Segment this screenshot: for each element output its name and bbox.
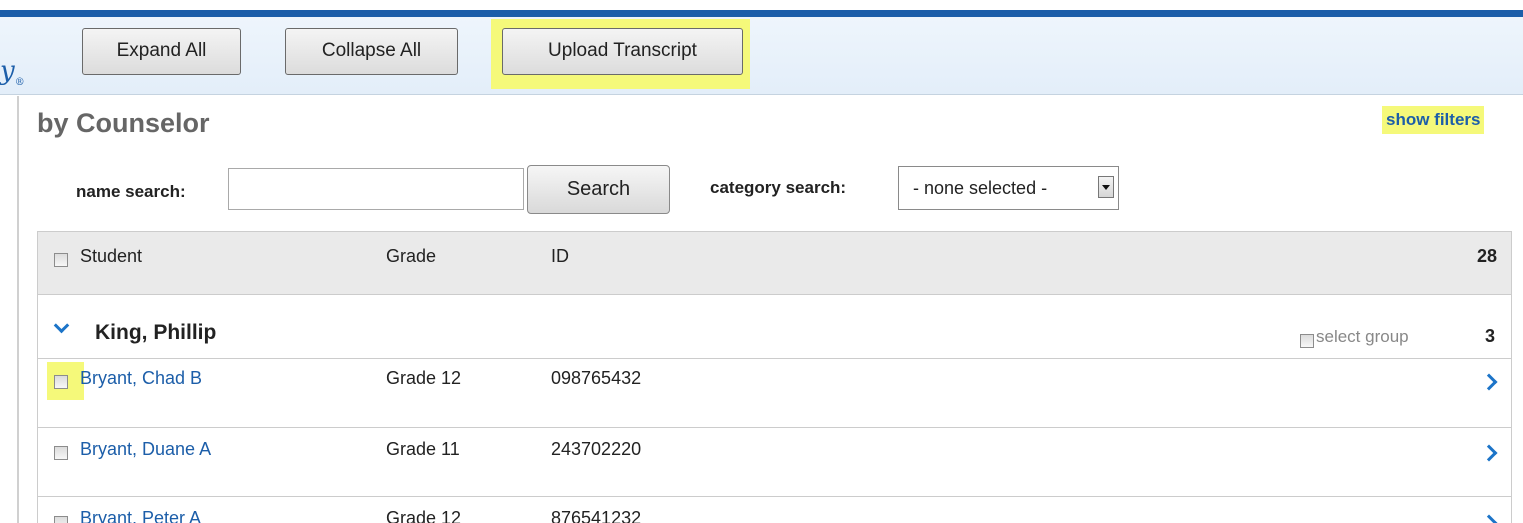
row-divider bbox=[38, 358, 1511, 359]
expand-all-button[interactable]: Expand All bbox=[82, 28, 241, 75]
student-grade: Grade 12 bbox=[386, 508, 462, 523]
student-table: Student Grade ID 28 King, Phillip select… bbox=[37, 231, 1512, 523]
chevron-down-icon[interactable] bbox=[53, 317, 70, 334]
logo: y® bbox=[0, 56, 25, 88]
column-header-grade: Grade bbox=[386, 246, 437, 266]
select-group-checkbox[interactable] bbox=[1300, 334, 1314, 348]
registered-mark: ® bbox=[14, 77, 25, 89]
row-checkbox[interactable] bbox=[54, 446, 68, 460]
category-search-label: category search: bbox=[710, 178, 847, 197]
name-search-input[interactable] bbox=[228, 168, 524, 210]
chevron-right-icon[interactable] bbox=[1480, 444, 1498, 462]
upload-transcript-button[interactable]: Upload Transcript bbox=[502, 28, 743, 75]
content-left-border bbox=[17, 96, 19, 523]
student-grade: Grade 11 bbox=[386, 439, 460, 459]
total-count: 28 bbox=[1476, 246, 1497, 266]
chevron-right-icon[interactable] bbox=[1480, 514, 1498, 523]
brand-stripe bbox=[0, 10, 1523, 17]
group-count: 3 bbox=[1484, 326, 1495, 346]
student-grade: Grade 12 bbox=[386, 368, 462, 388]
row-checkbox[interactable] bbox=[54, 375, 68, 389]
chevron-right-icon[interactable] bbox=[1480, 373, 1498, 391]
logo-text: y bbox=[0, 56, 15, 86]
student-name-link[interactable]: Bryant, Chad B bbox=[80, 368, 202, 389]
collapse-all-button[interactable]: Collapse All bbox=[285, 28, 458, 75]
category-select[interactable]: - none selected - bbox=[898, 166, 1119, 210]
select-all-checkbox[interactable] bbox=[54, 253, 68, 267]
column-header-student: Student bbox=[80, 246, 143, 266]
show-filters-link[interactable]: show filters bbox=[1382, 106, 1485, 134]
student-name-link[interactable]: Bryant, Peter A bbox=[80, 508, 201, 523]
column-header-id: ID bbox=[551, 246, 569, 266]
row-divider bbox=[38, 496, 1511, 497]
select-group-label: select group bbox=[1316, 327, 1409, 346]
student-id: 098765432 bbox=[551, 368, 642, 388]
search-button[interactable]: Search bbox=[527, 165, 670, 214]
chevron-down-icon[interactable] bbox=[1098, 176, 1114, 198]
row-checkbox[interactable] bbox=[54, 516, 68, 523]
student-id: 876541232 bbox=[551, 508, 642, 523]
category-selected-value: - none selected - bbox=[913, 178, 1048, 198]
row-divider bbox=[38, 427, 1511, 428]
name-search-label: name search: bbox=[76, 182, 186, 201]
student-name-link[interactable]: Bryant, Duane A bbox=[80, 439, 211, 460]
group-name: King, Phillip bbox=[95, 321, 217, 344]
student-id: 243702220 bbox=[551, 439, 642, 459]
table-header: Student Grade ID 28 bbox=[38, 232, 1511, 295]
page-title: by Counselor bbox=[37, 108, 210, 138]
